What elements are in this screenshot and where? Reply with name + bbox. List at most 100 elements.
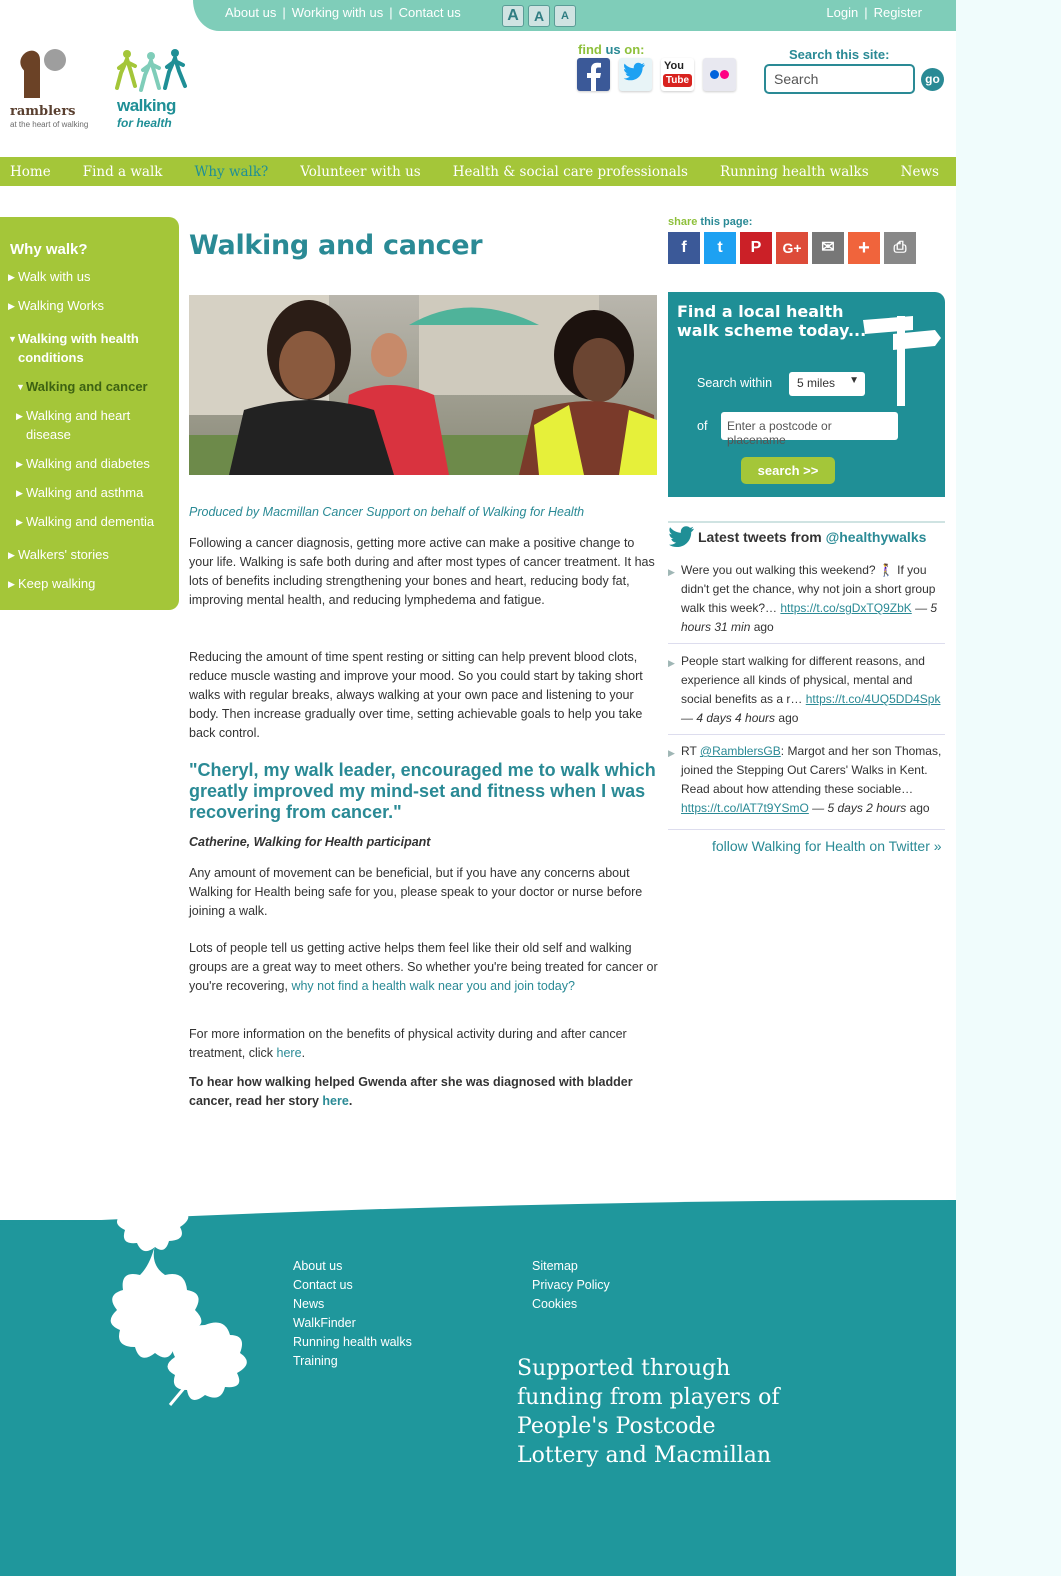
sidebar-item-heart-disease[interactable]: ▶ Walking and heart disease bbox=[16, 406, 166, 444]
sidebar-title: Why walk? bbox=[10, 241, 88, 258]
share-googleplus-icon[interactable]: G+ bbox=[776, 232, 808, 264]
find-walk-search-button[interactable]: search >> bbox=[741, 457, 835, 484]
mention-link[interactable]: @RamblersGB bbox=[700, 744, 781, 758]
dropdown-arrow-icon: ▼ bbox=[849, 375, 859, 386]
font-size-small-button[interactable]: A bbox=[554, 5, 576, 27]
arrow-right-icon: ▶ bbox=[8, 272, 15, 282]
sidebar-item-health-conditions[interactable]: ▼ Walking with health conditions bbox=[8, 329, 168, 367]
login-link[interactable]: Login bbox=[826, 5, 858, 20]
twitter-handle-link[interactable]: @healthywalks bbox=[826, 529, 927, 545]
walking-for-health-logo[interactable]: walking for health bbox=[115, 48, 195, 130]
signpost-icon bbox=[863, 316, 941, 406]
tweet-arrow-icon: ▶ bbox=[668, 658, 675, 668]
sidebar-item-dementia[interactable]: ▶ Walking and dementia bbox=[16, 512, 154, 531]
facebook-icon[interactable] bbox=[577, 58, 610, 91]
tweet-link[interactable]: https://t.co/lAT7t9YSmO bbox=[681, 801, 809, 815]
page: About us | Working with us | Contact us A A … bbox=[0, 0, 956, 1576]
top-bar: About us | Working with us | Contact us A A … bbox=[193, 0, 956, 31]
sidebar-item-walk-with-us[interactable]: ▶ Walk with us bbox=[8, 267, 90, 286]
ramblers-tagline: at the heart of walking bbox=[10, 120, 89, 129]
find-health-walk-link[interactable]: why not find a health walk near you and … bbox=[291, 979, 575, 993]
nav-find-a-walk[interactable]: Find a walk bbox=[67, 164, 179, 180]
twitter-icon[interactable] bbox=[619, 58, 652, 91]
paragraph-6: To hear how walking helped Gwenda after … bbox=[189, 1075, 633, 1108]
footer-link-running-health-walks[interactable]: Running health walks bbox=[293, 1333, 412, 1352]
top-links: About us | Working with us | Contact us bbox=[225, 5, 461, 20]
login-links: Login | Register bbox=[826, 5, 922, 20]
page-title: Walking and cancer bbox=[189, 230, 483, 261]
arrow-right-icon: ▶ bbox=[8, 550, 15, 560]
nav-why-walk[interactable]: Why walk? bbox=[178, 164, 284, 180]
paragraph-4: Lots of people tell us getting active he… bbox=[189, 941, 658, 993]
tweet-link[interactable]: https://t.co/sgDxTQ9ZbK bbox=[780, 601, 911, 615]
article-byline: Produced by Macmillan Cancer Support on … bbox=[189, 505, 585, 519]
footer-link-news[interactable]: News bbox=[293, 1295, 412, 1314]
share-pinterest-icon[interactable]: P bbox=[740, 232, 772, 264]
oak-leaf-icon bbox=[110, 1181, 247, 1406]
tweet-link[interactable]: https://t.co/4UQ5DD4Spk bbox=[806, 692, 941, 706]
section-sidebar: Why walk? ▶ Walk with us ▶ Walking Works ▼… bbox=[0, 217, 179, 610]
share-label: share this page: bbox=[668, 216, 753, 228]
footer-link-cookies[interactable]: Cookies bbox=[532, 1295, 610, 1314]
arrow-right-icon: ▶ bbox=[16, 459, 23, 469]
about-us-link[interactable]: About us bbox=[225, 5, 276, 20]
postcode-input[interactable]: Enter a postcode or placename bbox=[721, 412, 898, 447]
share-email-icon[interactable]: ✉ bbox=[812, 232, 844, 264]
separator: | bbox=[864, 5, 868, 20]
paragraph-1: Following a cancer diagnosis, getting mo… bbox=[189, 536, 655, 607]
footer-link-contact[interactable]: Contact us bbox=[293, 1276, 412, 1295]
tweet-divider bbox=[668, 829, 945, 830]
share-twitter-icon[interactable]: t bbox=[704, 232, 736, 264]
distance-select[interactable]: 5 miles ▼ bbox=[789, 372, 865, 396]
footer-link-about[interactable]: About us bbox=[293, 1257, 412, 1276]
nav-news[interactable]: News bbox=[885, 164, 955, 180]
tweet-arrow-icon: ▶ bbox=[668, 748, 675, 758]
main-navigation: Home Find a walk Why walk? Volunteer wit… bbox=[0, 157, 956, 186]
footer-link-sitemap[interactable]: Sitemap bbox=[532, 1257, 610, 1276]
nav-volunteer[interactable]: Volunteer with us bbox=[284, 164, 436, 180]
font-size-controls: A A A bbox=[502, 5, 576, 27]
share-print-icon[interactable]: ⎙ bbox=[884, 232, 916, 264]
sidebar-item-walking-and-cancer[interactable]: ▼ Walking and cancer bbox=[16, 377, 148, 396]
ramblers-logo[interactable]: ramblers at the heart of walking bbox=[10, 46, 106, 130]
nav-running-health-walks[interactable]: Running health walks bbox=[704, 164, 885, 180]
find-walk-title: Find a local health walk scheme today... bbox=[677, 302, 867, 340]
find-walk-panel: Find a local health walk scheme today...… bbox=[668, 292, 945, 497]
register-link[interactable]: Register bbox=[874, 5, 922, 20]
flickr-icon[interactable] bbox=[703, 58, 736, 91]
arrow-right-icon: ▶ bbox=[8, 579, 15, 589]
contact-us-link[interactable]: Contact us bbox=[399, 5, 461, 20]
sidebar-item-asthma[interactable]: ▶ Walking and asthma bbox=[16, 483, 143, 502]
font-size-large-button[interactable]: A bbox=[502, 5, 524, 27]
of-label: of bbox=[697, 419, 708, 433]
gwenda-story-link[interactable]: here bbox=[322, 1094, 348, 1108]
sidebar-item-walking-works[interactable]: ▶ Walking Works bbox=[8, 296, 104, 315]
site-search-input[interactable]: Search bbox=[764, 64, 915, 94]
share-facebook-icon[interactable]: f bbox=[668, 232, 700, 264]
sidebar-item-keep-walking[interactable]: ▶ Keep walking bbox=[8, 574, 95, 593]
tweet-item: ▶ Were you out walking this weekend? 🚶‍♀️… bbox=[668, 563, 938, 634]
find-us-label: find us on: bbox=[578, 42, 645, 57]
search-within-label: Search within bbox=[697, 376, 773, 390]
nav-health-professionals[interactable]: Health & social care professionals bbox=[437, 164, 704, 180]
twitter-bird-icon bbox=[669, 526, 694, 547]
ramblers-wordmark: ramblers bbox=[10, 104, 76, 119]
search-go-button[interactable]: go bbox=[921, 68, 944, 91]
paragraph-3: Any amount of movement can be beneficial… bbox=[189, 866, 643, 918]
share-more-icon[interactable]: + bbox=[848, 232, 880, 264]
quote-attribution: Catherine, Walking for Health participan… bbox=[189, 835, 431, 849]
youtube-icon[interactable]: You Tube bbox=[661, 58, 694, 91]
footer-links-col1: About us Contact us News WalkFinder Runn… bbox=[293, 1257, 412, 1371]
sidebar-item-walkers-stories[interactable]: ▶ Walkers' stories bbox=[8, 545, 109, 564]
tweets-heading: Latest tweets from @healthywalks bbox=[668, 521, 945, 547]
benefits-here-link[interactable]: here bbox=[277, 1046, 302, 1060]
sidebar-item-diabetes[interactable]: ▶ Walking and diabetes bbox=[16, 454, 150, 473]
nav-home[interactable]: Home bbox=[0, 164, 67, 180]
footer-link-privacy[interactable]: Privacy Policy bbox=[532, 1276, 610, 1295]
pull-quote: "Cheryl, my walk leader, encouraged me t… bbox=[189, 760, 656, 822]
font-size-medium-button[interactable]: A bbox=[528, 5, 550, 27]
follow-twitter-link[interactable]: follow Walking for Health on Twitter » bbox=[712, 838, 942, 854]
working-with-us-link[interactable]: Working with us bbox=[292, 5, 384, 20]
footer-link-walkfinder[interactable]: WalkFinder bbox=[293, 1314, 412, 1333]
footer-link-training[interactable]: Training bbox=[293, 1352, 412, 1371]
